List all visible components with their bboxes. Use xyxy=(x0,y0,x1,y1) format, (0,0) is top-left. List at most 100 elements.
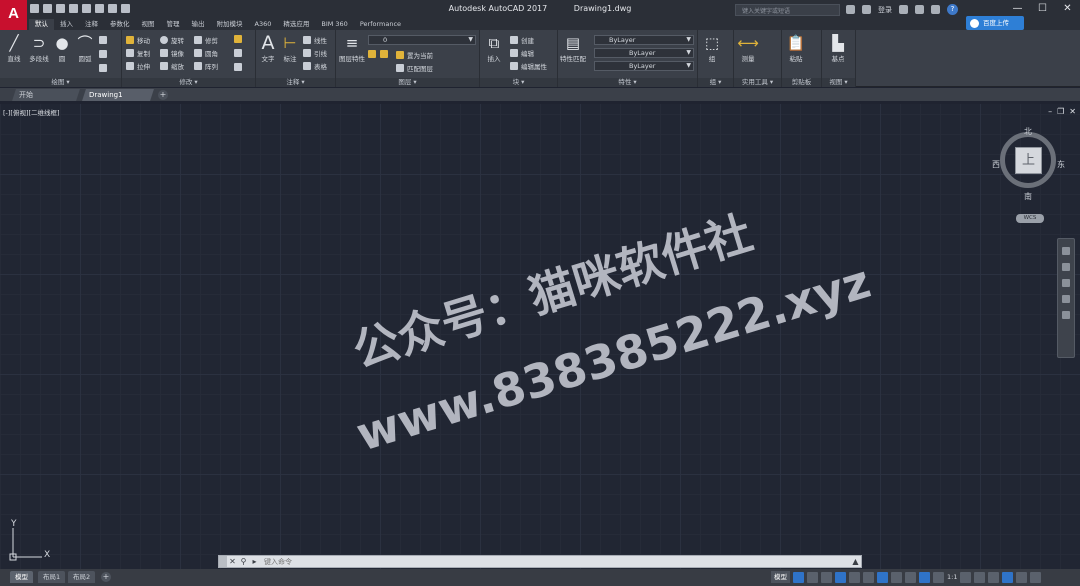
dimension-button[interactable]: ⊢ 标注 xyxy=(278,33,302,63)
isodraft-icon[interactable] xyxy=(849,571,860,583)
offset-icon[interactable] xyxy=(234,63,242,71)
tab-annotate[interactable]: 注释 xyxy=(79,19,104,30)
rectangle-icon[interactable] xyxy=(99,36,107,44)
command-history-icon[interactable]: ▲ xyxy=(850,557,861,566)
polyline-button[interactable]: ⊃ 多段线 xyxy=(25,33,53,63)
annotation-scale[interactable]: 1:1 xyxy=(947,573,957,581)
line-button[interactable]: ╱ 直线 xyxy=(2,33,26,63)
edit-block-tool[interactable]: 编辑 xyxy=(510,48,534,58)
viewport-minimize-button[interactable]: – xyxy=(1048,107,1052,116)
array-tool[interactable]: 阵列 xyxy=(194,61,218,71)
compass-south[interactable]: 南 xyxy=(1024,191,1032,202)
block-panel-title[interactable]: 块 ▾ xyxy=(480,78,557,87)
leader-tool[interactable]: 引线 xyxy=(303,48,327,58)
add-layout-button[interactable]: + xyxy=(101,572,111,582)
layer-dropdown[interactable]: 0 ▼ xyxy=(368,35,476,45)
plus-icon[interactable] xyxy=(974,571,986,583)
match-properties-button[interactable]: ▤ 特性匹配 xyxy=(560,33,586,63)
viewport-restore-button[interactable]: ❐ xyxy=(1057,107,1064,116)
viewport-close-button[interactable]: ✕ xyxy=(1069,107,1076,116)
viewport-controls-label[interactable]: [-][俯视][二维线框] xyxy=(3,107,60,117)
move-tool[interactable]: 移动 xyxy=(126,35,150,45)
layer-properties-button[interactable]: ≡ 图层特性 xyxy=(338,33,366,63)
create-block-tool[interactable]: 创建 xyxy=(510,35,534,45)
clean-screen-icon[interactable] xyxy=(1016,571,1028,583)
layer-off-icon[interactable] xyxy=(368,50,376,58)
cloud-upload-button[interactable]: 百度上传 xyxy=(966,16,1024,30)
grid-icon[interactable] xyxy=(793,571,804,583)
make-current-tool[interactable]: 置为当前 xyxy=(396,50,433,60)
linetype-dropdown[interactable]: ByLayer ▼ xyxy=(594,48,694,58)
groups-panel-title[interactable]: 组 ▾ xyxy=(698,78,733,87)
lineweight-icon[interactable] xyxy=(891,571,902,583)
linear-tool[interactable]: 线性 xyxy=(303,35,327,45)
tab-bim360[interactable]: BIM 360 xyxy=(315,19,353,30)
hatch-icon[interactable] xyxy=(99,50,107,58)
tab-home[interactable]: 默认 xyxy=(29,19,54,30)
arc-button[interactable]: ⌒ 圆弧 xyxy=(73,33,97,63)
circle-button[interactable]: ● 圆 xyxy=(50,33,74,63)
hardware-acceleration-icon[interactable] xyxy=(1002,571,1014,583)
mirror-tool[interactable]: 镜像 xyxy=(160,48,184,58)
viewcube-top-face[interactable]: 上 xyxy=(1015,147,1042,174)
tab-view[interactable]: 视图 xyxy=(136,19,161,30)
model-space-button[interactable]: 模型 xyxy=(771,571,790,583)
object-snap-tracking-icon[interactable] xyxy=(863,571,874,583)
table-tool[interactable]: 表格 xyxy=(303,61,327,71)
cart-icon[interactable] xyxy=(899,5,908,14)
isolate-objects-icon[interactable] xyxy=(988,571,1000,583)
sign-in-link[interactable]: 登录 xyxy=(878,5,892,15)
workspace-gear-icon[interactable] xyxy=(960,571,972,583)
navigation-bar[interactable] xyxy=(1057,238,1075,358)
tab-performance[interactable]: Performance xyxy=(354,19,407,30)
tab-parametric[interactable]: 参数化 xyxy=(104,19,136,30)
paste-button[interactable]: 📋 粘贴 xyxy=(784,33,808,63)
modify-panel-title[interactable]: 修改 ▾ xyxy=(122,78,255,87)
close-icon[interactable]: ✕ xyxy=(227,557,238,566)
layer-freeze-icon[interactable] xyxy=(380,50,388,58)
wcs-menu[interactable]: WCS xyxy=(1016,214,1044,223)
measure-button[interactable]: ⟷ 测量 xyxy=(736,33,760,63)
fillet-tool[interactable]: 圆角 xyxy=(194,48,218,58)
explode-icon[interactable] xyxy=(234,49,242,57)
recent-commands-icon[interactable]: ▸ xyxy=(249,557,260,566)
rotate-tool[interactable]: 旋转 xyxy=(160,35,184,45)
tab-output[interactable]: 输出 xyxy=(186,19,211,30)
maximize-button[interactable]: ☐ xyxy=(1030,0,1055,19)
search-input[interactable]: 键入关键字或短语 xyxy=(735,4,840,16)
edit-attributes-tool[interactable]: 编辑属性 xyxy=(510,61,547,71)
auto-scale-icon[interactable] xyxy=(933,571,944,583)
compass-north[interactable]: 北 xyxy=(1024,126,1032,137)
ortho-icon[interactable] xyxy=(821,571,832,583)
trim-tool[interactable]: 修剪 xyxy=(194,35,218,45)
tab-insert[interactable]: 插入 xyxy=(54,19,79,30)
annotation-panel-title[interactable]: 注释 ▾ xyxy=(256,78,335,87)
erase-icon[interactable] xyxy=(234,35,242,43)
wrench-icon[interactable]: ⚲ xyxy=(238,557,249,566)
scale-tool[interactable]: 缩放 xyxy=(160,61,184,71)
pan-icon[interactable] xyxy=(1062,263,1070,271)
file-tab-start[interactable]: 开始 xyxy=(12,89,80,101)
draw-panel-title[interactable]: 绘图 ▾ xyxy=(0,78,121,87)
region-icon[interactable] xyxy=(99,64,107,72)
orbit-icon[interactable] xyxy=(1062,295,1070,303)
steering-wheel-icon[interactable] xyxy=(1062,247,1070,255)
color-dropdown[interactable]: ByLayer ▼ xyxy=(594,35,694,45)
application-menu-button[interactable]: A xyxy=(0,0,27,30)
base-point-button[interactable]: ▙ 基点 xyxy=(826,33,850,63)
layout-tab-layout1[interactable]: 布局1 xyxy=(38,571,66,583)
tab-featured-apps[interactable]: 精选应用 xyxy=(277,19,315,30)
layers-panel-title[interactable]: 图层 ▾ xyxy=(336,78,479,87)
match-layer-tool[interactable]: 匹配图层 xyxy=(396,63,433,73)
command-line-grip[interactable] xyxy=(219,556,227,567)
exchange-icon[interactable] xyxy=(915,5,924,14)
copy-tool[interactable]: 复制 xyxy=(126,48,150,58)
view-panel-title[interactable]: 视图 ▾ xyxy=(822,78,855,87)
stretch-tool[interactable]: 拉伸 xyxy=(126,61,150,71)
layout-tab-model[interactable]: 模型 xyxy=(10,571,33,583)
text-button[interactable]: A 文字 xyxy=(256,33,280,63)
viewcube[interactable]: 上 北 南 东 西 WCS xyxy=(992,124,1072,224)
new-tab-button[interactable]: + xyxy=(158,90,168,100)
binoculars-icon[interactable] xyxy=(846,5,855,14)
user-icon[interactable] xyxy=(862,5,871,14)
